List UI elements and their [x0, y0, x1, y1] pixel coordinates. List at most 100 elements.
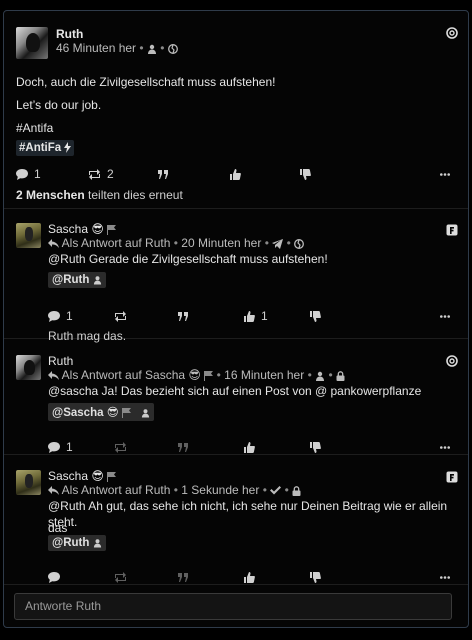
reply-post: Sascha 😎 Als Antwort auf Ruth • 1 Sekund…	[4, 455, 468, 585]
reshare-button[interactable]	[114, 309, 127, 323]
thumbs-down-icon	[310, 310, 321, 322]
reply-text: @sascha Ja! Das bezieht sich auf einen P…	[48, 384, 422, 398]
comment-button[interactable]	[48, 570, 60, 584]
mention-badge[interactable]: @Sascha 😎	[48, 403, 154, 421]
mastodon-icon[interactable]	[446, 27, 458, 39]
friendica-icon[interactable]	[446, 224, 458, 236]
comment-icon	[16, 168, 28, 180]
quote-icon	[158, 169, 168, 179]
reshare-button[interactable]	[114, 570, 127, 584]
person-icon	[93, 539, 101, 548]
reply-arrow-icon	[48, 371, 59, 381]
reshares-text: teilten dies erneut	[88, 188, 183, 202]
post-actions	[48, 570, 458, 584]
thumbs-down-icon	[310, 441, 321, 453]
sunglasses-emoji: 😎	[91, 469, 104, 483]
like-button[interactable]	[244, 440, 255, 454]
quote-icon	[178, 442, 188, 452]
hashtag-badge[interactable]: #AntiFa	[16, 140, 75, 156]
reshare-count: 2	[107, 167, 114, 181]
thumbs-up-icon	[244, 310, 255, 322]
post-actions: 1 1	[48, 309, 458, 323]
reply-text: @Ruth Gerade die Zivilgesellschaft muss …	[48, 252, 328, 266]
reply-input[interactable]: Antworte Ruth	[14, 593, 452, 620]
like-button[interactable]: 1	[244, 309, 268, 323]
reply-text: @Ruth Ah gut, das sehe ich nicht, ich se…	[48, 499, 448, 535]
comment-icon	[48, 571, 60, 583]
conversation-panel: Ruth 46 Minuten her • • Doch, auch die Z…	[3, 10, 469, 628]
globe-icon	[167, 43, 178, 54]
post-actions: 1 2	[16, 167, 456, 181]
quote-icon	[178, 572, 188, 582]
comment-button[interactable]: 1	[48, 309, 73, 323]
bolt-icon	[64, 142, 72, 154]
like-button[interactable]	[244, 570, 255, 584]
comment-button[interactable]: 1	[16, 167, 41, 181]
quote-icon	[178, 311, 188, 321]
sunglasses-emoji: 😎	[106, 407, 119, 419]
dislike-button[interactable]	[300, 167, 311, 181]
ellipsis-icon	[440, 172, 450, 176]
quote-button[interactable]	[178, 309, 189, 323]
retweet-icon	[115, 441, 126, 453]
comment-count: 1	[66, 440, 73, 454]
post-meta: 46 Minuten her • •	[56, 41, 178, 55]
retweet-icon	[115, 310, 126, 322]
flag-icon	[107, 224, 117, 235]
avatar[interactable]	[16, 27, 48, 59]
quote-button[interactable]	[178, 570, 189, 584]
dislike-button[interactable]	[310, 440, 321, 454]
reshare-button[interactable]	[114, 440, 127, 454]
author-name[interactable]: Ruth	[56, 27, 83, 41]
person-icon	[93, 276, 101, 285]
reply-arrow-icon	[48, 239, 59, 249]
more-options-button[interactable]	[440, 440, 450, 454]
reshares-summary[interactable]: 2 Menschen teilten dies erneut	[16, 188, 183, 202]
quote-button[interactable]	[178, 440, 189, 454]
thumbs-down-icon	[310, 571, 321, 583]
more-options-button[interactable]	[440, 309, 450, 323]
comment-button[interactable]: 1	[48, 440, 73, 454]
reply-post: Sascha 😎 Als Antwort auf Ruth • 20 Minut…	[4, 209, 468, 343]
post-actions: 1	[48, 440, 458, 454]
ellipsis-icon	[440, 575, 450, 579]
ellipsis-icon	[440, 314, 450, 318]
check-icon	[270, 486, 282, 495]
reply-post: Ruth Als Antwort auf Sascha 😎 • 16 Minut…	[4, 339, 468, 455]
more-options-button[interactable]	[440, 570, 450, 584]
reply-text: steht.	[48, 515, 78, 529]
quote-button[interactable]	[158, 167, 169, 181]
author-name[interactable]: Sascha 😎	[48, 469, 117, 483]
more-options-button[interactable]	[440, 167, 450, 181]
flag-icon	[107, 471, 117, 482]
like-count: 1	[261, 309, 268, 323]
dislike-button[interactable]	[310, 309, 321, 323]
like-button[interactable]	[230, 167, 241, 181]
post-time[interactable]: 46 Minuten her	[56, 41, 136, 55]
reshares-people: 2 Menschen	[16, 188, 85, 202]
reply-arrow-icon	[48, 486, 59, 496]
avatar[interactable]	[16, 223, 41, 248]
post-line[interactable]: #Antifa	[16, 117, 53, 139]
mastodon-icon[interactable]	[446, 355, 458, 367]
reshare-button[interactable]: 2	[88, 167, 114, 181]
friendica-icon[interactable]	[446, 471, 458, 483]
comment-count: 1	[66, 309, 73, 323]
avatar[interactable]	[16, 355, 41, 380]
thumbs-up-icon	[244, 441, 255, 453]
author-name[interactable]: Sascha 😎	[48, 222, 117, 236]
person-icon	[147, 44, 156, 54]
thumbs-up-icon	[230, 168, 241, 180]
thumbs-down-icon	[300, 168, 311, 180]
flag-icon	[121, 407, 131, 418]
hashtag-label: #AntiFa	[19, 142, 62, 154]
comment-icon	[48, 441, 60, 453]
mention-badge[interactable]: @Ruth	[48, 535, 106, 551]
retweet-icon	[89, 168, 100, 180]
dislike-button[interactable]	[310, 570, 321, 584]
mention-badge[interactable]: @Ruth	[48, 272, 106, 288]
author-name[interactable]: Ruth	[48, 354, 73, 368]
person-icon	[141, 409, 149, 418]
post-line: Let’s do our job.	[16, 98, 102, 112]
avatar[interactable]	[16, 470, 41, 495]
